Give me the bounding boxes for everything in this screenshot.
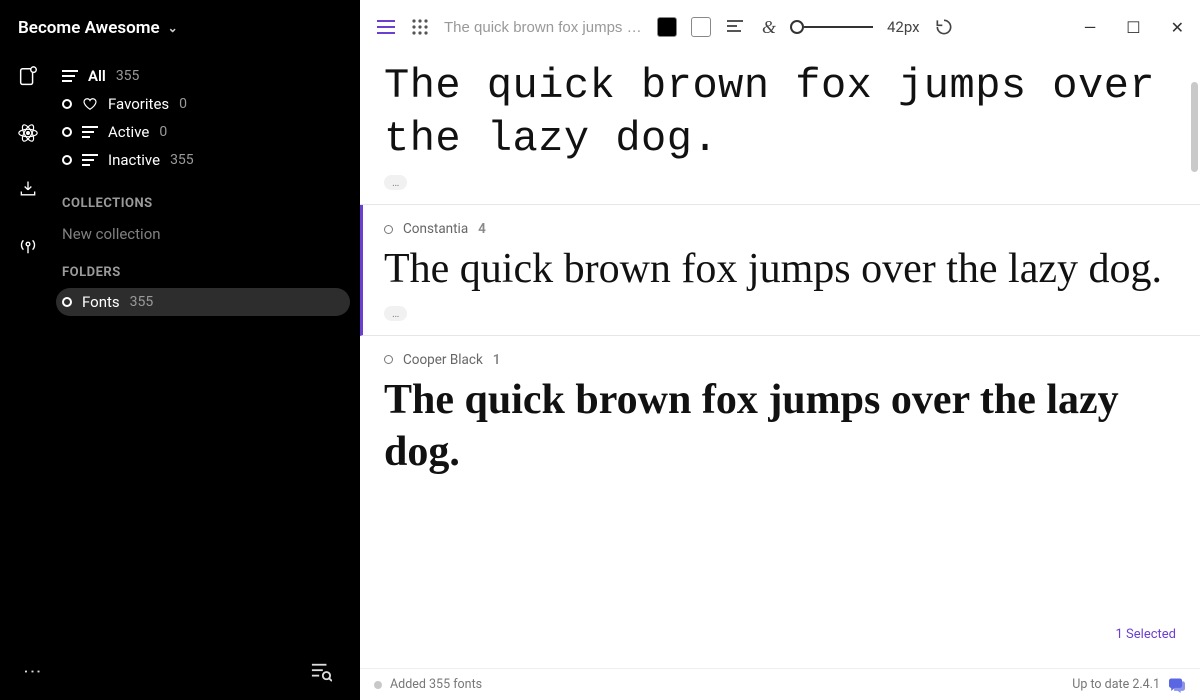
folders-header: FOLDERS bbox=[56, 243, 350, 288]
folder-count: 355 bbox=[130, 294, 154, 310]
nav-favorites[interactable]: Favorites 0 bbox=[56, 90, 350, 118]
sidebar: Become Awesome ⌄ All 355 bbox=[0, 0, 360, 700]
slider-track bbox=[804, 26, 873, 28]
download-icon[interactable] bbox=[17, 178, 39, 200]
nav-count: 355 bbox=[170, 152, 194, 168]
font-style-count: 1 bbox=[493, 352, 501, 368]
page-icon[interactable] bbox=[17, 66, 39, 88]
nav-label: Active bbox=[108, 123, 149, 141]
more-icon[interactable]: ⋮ bbox=[22, 662, 43, 682]
window-controls: ― ☐ ✕ bbox=[1084, 18, 1184, 37]
sidebar-footer: ⋮ bbox=[0, 644, 360, 700]
more-styles-button[interactable]: … bbox=[384, 306, 407, 321]
nav-count: 0 bbox=[179, 96, 187, 112]
preview-text-input[interactable] bbox=[444, 19, 643, 36]
font-card[interactable]: Constantia 4 The quick brown fox jumps o… bbox=[360, 205, 1200, 336]
slider-knob[interactable] bbox=[790, 20, 804, 34]
selection-count[interactable]: 1 Selected bbox=[1116, 627, 1176, 642]
font-meta: Cooper Black 1 bbox=[384, 352, 1176, 368]
scrollbar-thumb[interactable] bbox=[1191, 82, 1198, 172]
circle-icon bbox=[62, 99, 72, 109]
heart-icon bbox=[82, 97, 98, 111]
list-view-icon[interactable] bbox=[376, 17, 396, 37]
font-sample: The quick brown fox jumps over the lazy … bbox=[384, 374, 1176, 479]
sidebar-nav: All 355 Favorites 0 Active 0 bbox=[56, 48, 360, 644]
main-panel: & 42px ― ☐ ✕ The quick brown fox jumps o… bbox=[360, 0, 1200, 700]
maximize-button[interactable]: ☐ bbox=[1126, 18, 1140, 37]
circle-icon bbox=[384, 225, 393, 234]
folder-label: Fonts bbox=[82, 293, 120, 311]
size-label: 42px bbox=[887, 18, 920, 36]
font-list[interactable]: The quick brown fox jumps over the lazy … bbox=[360, 54, 1200, 668]
version-label: Up to date 2.4.1 bbox=[1072, 677, 1160, 692]
nav-active[interactable]: Active 0 bbox=[56, 118, 350, 146]
atom-icon[interactable] bbox=[17, 122, 39, 144]
status-bar: Added 355 fonts Up to date 2.4.1 bbox=[360, 668, 1200, 700]
circle-icon bbox=[384, 355, 393, 364]
ligature-icon[interactable]: & bbox=[759, 17, 779, 37]
status-message: Added 355 fonts bbox=[390, 677, 482, 692]
chevron-down-icon: ⌄ bbox=[168, 21, 178, 35]
circle-icon bbox=[62, 127, 72, 137]
sidebar-rail bbox=[0, 48, 56, 644]
filter-search-icon[interactable] bbox=[310, 662, 332, 682]
workspace-switcher[interactable]: Become Awesome ⌄ bbox=[0, 0, 360, 48]
status-dot-icon bbox=[374, 681, 382, 689]
close-button[interactable]: ✕ bbox=[1171, 18, 1184, 37]
grid-view-icon[interactable] bbox=[410, 17, 430, 37]
font-name: Constantia bbox=[403, 221, 468, 237]
reset-icon[interactable] bbox=[934, 17, 954, 37]
lines-icon bbox=[82, 126, 98, 138]
font-meta: Constantia 4 bbox=[384, 221, 1176, 237]
toolbar: & 42px ― ☐ ✕ bbox=[360, 0, 1200, 54]
workspace-name: Become Awesome bbox=[18, 18, 160, 38]
minimize-button[interactable]: ― bbox=[1084, 18, 1097, 37]
foreground-swatch[interactable] bbox=[657, 17, 677, 37]
font-style-count: 4 bbox=[478, 221, 486, 237]
lines-icon bbox=[82, 154, 98, 166]
new-collection-button[interactable]: New collection bbox=[56, 219, 350, 243]
list-icon bbox=[62, 69, 78, 83]
nav-count: 355 bbox=[116, 68, 140, 84]
nav-count: 0 bbox=[159, 124, 167, 140]
nav-label: Inactive bbox=[108, 151, 160, 169]
font-sample: The quick brown fox jumps over the lazy … bbox=[384, 243, 1176, 296]
folder-fonts[interactable]: Fonts 355 bbox=[56, 288, 350, 316]
font-card[interactable]: The quick brown fox jumps over the lazy … bbox=[360, 60, 1200, 205]
chat-icon[interactable] bbox=[1168, 677, 1186, 693]
font-sample: The quick brown fox jumps over the lazy … bbox=[384, 60, 1176, 165]
nav-label: All bbox=[88, 67, 106, 85]
broadcast-icon[interactable] bbox=[17, 234, 39, 256]
nav-inactive[interactable]: Inactive 355 bbox=[56, 146, 350, 174]
size-slider[interactable] bbox=[793, 20, 873, 34]
collections-header: COLLECTIONS bbox=[56, 174, 350, 219]
background-swatch[interactable] bbox=[691, 17, 711, 37]
font-name: Cooper Black bbox=[403, 352, 483, 368]
circle-icon bbox=[62, 155, 72, 165]
circle-icon bbox=[62, 297, 72, 307]
font-card[interactable]: Cooper Black 1 The quick brown fox jumps… bbox=[360, 336, 1200, 493]
nav-label: Favorites bbox=[108, 95, 169, 113]
align-left-icon[interactable] bbox=[725, 17, 745, 37]
nav-all[interactable]: All 355 bbox=[56, 62, 350, 90]
more-styles-button[interactable]: … bbox=[384, 175, 407, 190]
